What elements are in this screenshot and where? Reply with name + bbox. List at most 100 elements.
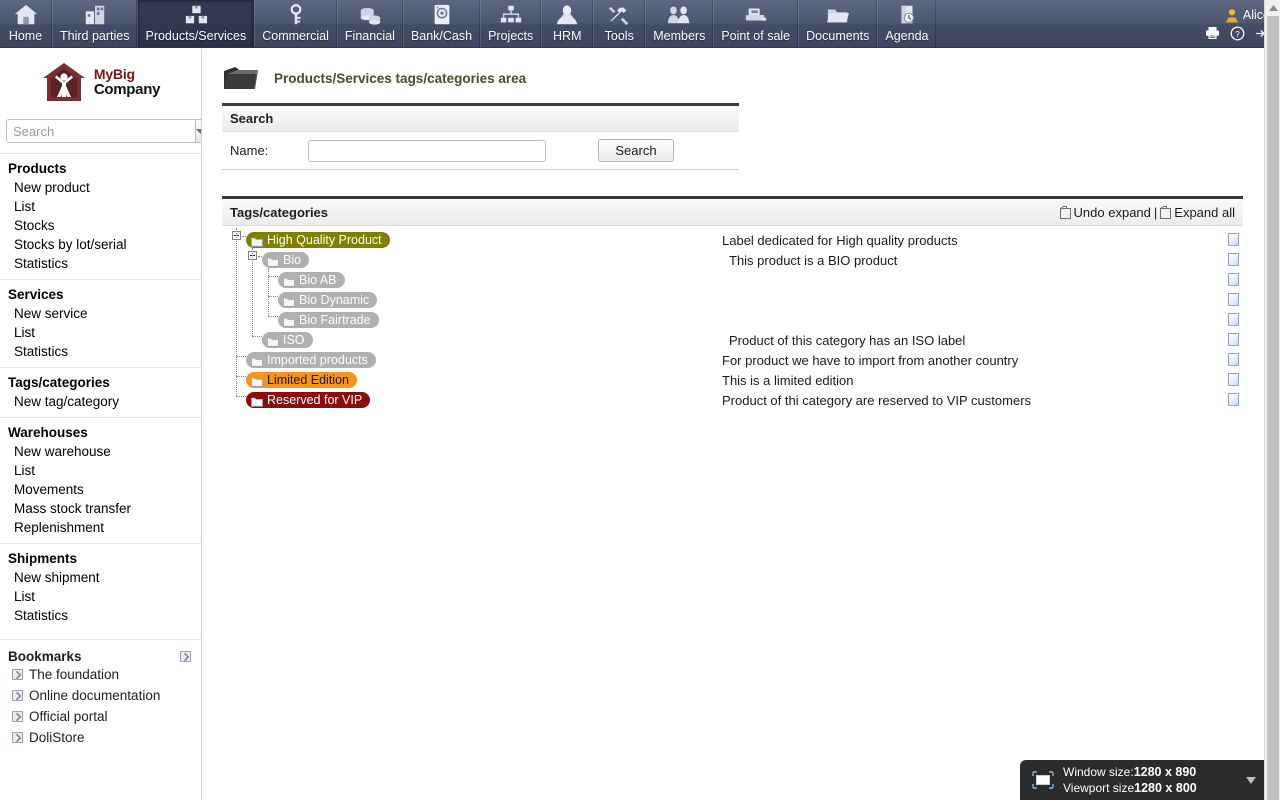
tag-badge[interactable]: High Quality Product (246, 232, 390, 248)
sidebar-item-new-product[interactable]: New product (0, 178, 201, 197)
tag-badge[interactable]: Reserved for VIP (246, 392, 370, 408)
tag-badge[interactable]: Bio (262, 252, 309, 268)
expand-all-link[interactable]: Expand all (1160, 205, 1235, 220)
topmenu-item-label: Point of sale (721, 29, 790, 43)
tag-badge[interactable]: Bio Fairtrade (278, 312, 379, 328)
topmenu-item-third-parties[interactable]: Third parties (52, 0, 137, 47)
folder-icon (251, 356, 262, 365)
tag-detail-icon[interactable] (1228, 373, 1239, 386)
sidebar-search-input[interactable] (6, 119, 195, 143)
sidebar-item-list[interactable]: List (0, 323, 201, 342)
sidebar-group-title: Products (0, 160, 201, 178)
sidebar-item-list[interactable]: List (0, 587, 201, 606)
tag-label: Bio (283, 253, 301, 267)
name-input[interactable] (308, 140, 546, 162)
tag-badge[interactable]: ISO (262, 332, 313, 348)
tag-description: This product is a BIO product (729, 250, 897, 270)
cash-register-icon (742, 3, 770, 27)
topmenu-item-home[interactable]: Home (0, 0, 52, 47)
logo-text: MyBig Company (94, 67, 160, 97)
search-panel-row: Name: Search (222, 132, 739, 170)
sidebar-item-stocks[interactable]: Stocks (0, 216, 201, 235)
bookmark-item-the-foundation[interactable]: The foundation (0, 664, 201, 685)
tree-row: Bio Fairtrade (222, 310, 1243, 330)
sidebar-item-replenishment[interactable]: Replenishment (0, 518, 201, 537)
external-link-icon (12, 732, 23, 743)
logo-line2: Company (94, 82, 160, 97)
sidebar-item-list[interactable]: List (0, 461, 201, 480)
tree-row: High Quality ProductLabel dedicated for … (222, 230, 1243, 250)
sidebar-item-movements[interactable]: Movements (0, 480, 201, 499)
topmenu-item-agenda[interactable]: Agenda (877, 0, 936, 47)
name-label: Name: (230, 143, 308, 158)
page-scrollbar[interactable] (1264, 0, 1280, 800)
expand-folder-icon (1160, 206, 1171, 219)
bookmark-label: Online documentation (29, 688, 160, 703)
topmenu-item-tools[interactable]: Tools (593, 0, 645, 47)
topmenu-item-label: Commercial (262, 29, 329, 43)
tree-connector-line (268, 316, 278, 317)
scrollbar-up-arrow[interactable] (1265, 0, 1280, 16)
tag-detail-icon[interactable] (1228, 333, 1239, 346)
tag-badge[interactable]: Limited Edition (246, 372, 357, 388)
topmenu-item-commercial[interactable]: Commercial (254, 0, 337, 47)
tag-badge[interactable]: Bio Dynamic (278, 292, 377, 308)
topmenu-item-documents[interactable]: Documents (798, 0, 877, 47)
tag-detail-icon[interactable] (1228, 233, 1239, 246)
sidebar-item-list[interactable]: List (0, 197, 201, 216)
tag-detail-icon[interactable] (1228, 393, 1239, 406)
tree-row: Bio This product is a BIO product (222, 250, 1243, 270)
tags-panel-actions: Undo expand | Expand all (1060, 205, 1235, 220)
size-overlay-collapse-icon[interactable] (1246, 773, 1256, 787)
sidebar-item-new-tag-category[interactable]: New tag/category (0, 392, 201, 411)
sidebar-item-new-service[interactable]: New service (0, 304, 201, 323)
sidebar-group-title: Shipments (0, 550, 201, 568)
sidebar-item-statistics[interactable]: Statistics (0, 606, 201, 625)
tree-row: Limited EditionThis is a limited edition (222, 370, 1243, 390)
undo-expand-link[interactable]: Undo expand (1060, 205, 1151, 220)
tag-detail-icon[interactable] (1228, 353, 1239, 366)
bookmark-item-official-portal[interactable]: Official portal (0, 706, 201, 727)
scrollbar-thumb[interactable] (1267, 16, 1279, 800)
tag-badge[interactable]: Imported products (246, 352, 376, 368)
sidebar-search-dropdown-toggle[interactable] (195, 119, 202, 143)
screen-icon (1032, 771, 1054, 789)
topmenu-item-financial[interactable]: Financial (337, 0, 403, 47)
tree-connector-line (236, 376, 246, 377)
print-icon[interactable] (1205, 26, 1220, 40)
sidebar-item-statistics[interactable]: Statistics (0, 254, 201, 273)
bookmarks-add-icon[interactable] (180, 651, 191, 662)
tag-description: Product of this category has an ISO labe… (729, 330, 965, 350)
tag-detail-icon[interactable] (1228, 293, 1239, 306)
topmenu-item-point-of-sale[interactable]: Point of sale (713, 0, 798, 47)
topmenu-item-label: HRM (553, 29, 581, 43)
folder-icon (251, 396, 262, 405)
tag-detail-icon[interactable] (1228, 253, 1239, 266)
search-button[interactable]: Search (598, 139, 674, 162)
help-icon[interactable]: ? (1230, 26, 1245, 41)
topmenu-item-members[interactable]: Members (645, 0, 713, 47)
bookmark-item-online-documentation[interactable]: Online documentation (0, 685, 201, 706)
topmenu-item-products-services[interactable]: Products/Services (137, 0, 254, 47)
sidebar-item-stocks-by-lot-serial[interactable]: Stocks by lot/serial (0, 235, 201, 254)
tag-label: High Quality Product (267, 233, 382, 247)
collapse-folder-icon (1060, 206, 1071, 219)
sidebar-group-shipments: ShipmentsNew shipmentListStatistics (0, 543, 201, 631)
tag-detail-icon[interactable] (1228, 313, 1239, 326)
sidebar-item-new-shipment[interactable]: New shipment (0, 568, 201, 587)
tag-detail-icon[interactable] (1228, 273, 1239, 286)
tag-badge[interactable]: Bio AB (278, 272, 345, 288)
sidebar-item-new-warehouse[interactable]: New warehouse (0, 442, 201, 461)
sidebar-item-statistics[interactable]: Statistics (0, 342, 201, 361)
folder-icon (267, 336, 278, 345)
topmenu-item-bank-cash[interactable]: Bank/Cash (403, 0, 480, 47)
sidebar-item-mass-stock-transfer[interactable]: Mass stock transfer (0, 499, 201, 518)
avatar-icon (1225, 8, 1239, 23)
topmenu-item-hrm[interactable]: HRM (541, 0, 593, 47)
company-logo[interactable]: MyBig Company (0, 49, 201, 117)
sidebar-group-warehouses: WarehousesNew warehouseListMovementsMass… (0, 417, 201, 543)
topmenu-item-projects[interactable]: Projects (480, 0, 541, 47)
building-icon (81, 3, 109, 27)
bookmark-item-dolistore[interactable]: DoliStore (0, 727, 201, 748)
folder-icon (283, 296, 294, 305)
